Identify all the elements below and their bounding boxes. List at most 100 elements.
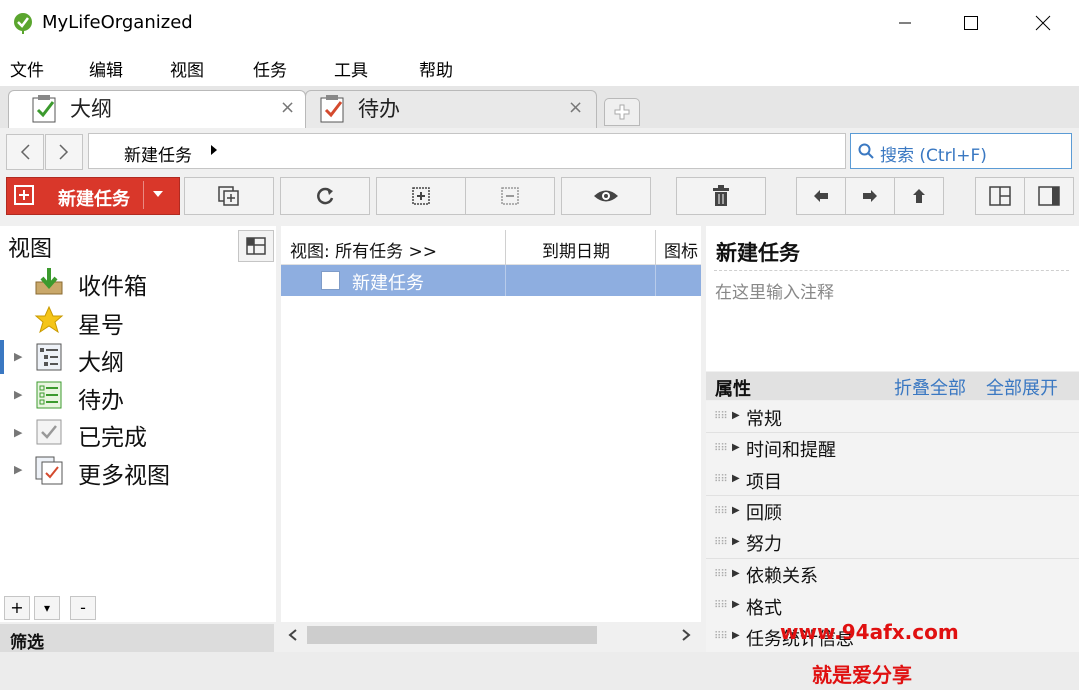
remove-view-button[interactable]: - [70, 596, 96, 620]
expand-arrow-icon[interactable]: ▶ [732, 410, 740, 421]
breadcrumb[interactable] [88, 133, 846, 169]
layout-left-button[interactable] [975, 177, 1025, 215]
breadcrumb-item[interactable]: 新建任务 [124, 141, 192, 166]
tab-outline-close-icon[interactable]: × [280, 97, 295, 118]
task-title[interactable]: 新建任务 [352, 269, 424, 295]
property-section-label: 格式 [746, 598, 782, 619]
detail-divider [714, 270, 1069, 271]
scroll-right-icon[interactable] [681, 629, 691, 641]
expand-arrow-icon[interactable]: ▶ [732, 536, 740, 547]
menu-task[interactable]: 任务 [253, 56, 287, 81]
expand-arrow-icon[interactable]: ▶ [14, 388, 22, 401]
new-tab-button[interactable] [604, 98, 640, 126]
view-item-inbox[interactable]: 收件箱 [78, 267, 147, 301]
column-header-view[interactable]: 视图: 所有任务 >> [290, 237, 437, 262]
view-toggle-button[interactable] [561, 177, 651, 215]
expand-arrow-icon[interactable]: ▶ [732, 473, 740, 484]
detail-title[interactable]: 新建任务 [716, 237, 800, 267]
collapse-all-link[interactable]: 折叠全部 [894, 374, 970, 400]
minimize-button[interactable] [882, 0, 928, 46]
view-options-button[interactable]: ▾ [34, 596, 60, 620]
arrow-up-icon [913, 189, 925, 203]
new-task-label: 新建任务 [58, 189, 130, 210]
menu-tools[interactable]: 工具 [334, 56, 368, 81]
view-item-todo[interactable]: 待办 [78, 381, 124, 415]
property-section-label: 依赖关系 [746, 566, 818, 587]
refresh-icon [317, 187, 334, 205]
add-view-button[interactable]: + [4, 596, 30, 620]
view-item-more-views[interactable]: 更多视图 [78, 456, 170, 490]
search-placeholder: 搜索 (Ctrl+F) [880, 146, 987, 166]
drag-handle-icon[interactable]: ⠿⠿ [714, 506, 728, 517]
menu-edit[interactable]: 编辑 [89, 56, 123, 81]
views-title: 视图 [8, 237, 53, 262]
expand-arrow-icon[interactable]: ▶ [732, 568, 740, 579]
note-input[interactable]: 在这里输入注释 [715, 278, 834, 303]
drag-handle-icon[interactable]: ⠿⠿ [714, 631, 728, 642]
view-item-starred[interactable]: 星号 [78, 306, 124, 340]
breadcrumb-arrow-icon[interactable] [210, 144, 218, 156]
new-task-dropdown-icon[interactable] [152, 190, 164, 198]
menu-file[interactable]: 文件 [10, 56, 44, 81]
selected-indicator [0, 340, 4, 374]
forward-button[interactable] [45, 134, 83, 170]
menu-bar [0, 46, 1079, 86]
task-checkbox[interactable] [321, 271, 340, 290]
column-header-icon[interactable]: 图标 [664, 237, 700, 262]
collapse-icon [501, 187, 519, 205]
more-views-icon [34, 455, 64, 485]
maximize-button[interactable] [948, 0, 994, 46]
view-item-outline[interactable]: 大纲 [78, 343, 124, 377]
drag-handle-icon[interactable]: ⠿⠿ [714, 600, 728, 611]
expand-arrow-icon[interactable]: ▶ [14, 350, 22, 363]
inbox-icon [34, 266, 64, 296]
expand-all-button[interactable] [376, 177, 466, 215]
close-icon [1035, 15, 1051, 31]
minimize-icon [899, 22, 911, 24]
status-bar [0, 652, 1079, 690]
menu-view[interactable]: 视图 [170, 56, 204, 81]
layout-right-button[interactable] [1024, 177, 1074, 215]
view-item-completed[interactable]: 已完成 [78, 418, 147, 452]
expand-arrow-icon[interactable]: ▶ [14, 463, 22, 476]
menu-help[interactable]: 帮助 [419, 56, 453, 81]
back-button[interactable] [6, 134, 44, 170]
expand-arrow-icon[interactable]: ▶ [732, 442, 740, 453]
button-divider [143, 181, 144, 209]
drag-handle-icon[interactable]: ⠿⠿ [714, 411, 728, 422]
tab-todo-close-icon[interactable]: × [568, 97, 583, 118]
drag-handle-icon[interactable]: ⠿⠿ [714, 443, 728, 454]
chevron-left-icon [20, 144, 30, 160]
move-up-button[interactable] [894, 177, 944, 215]
property-section-label: 项目 [746, 472, 782, 493]
move-right-button[interactable] [845, 177, 895, 215]
expand-arrow-icon[interactable]: ▶ [14, 426, 22, 439]
views-layout-button[interactable] [238, 230, 274, 262]
close-button[interactable] [1020, 0, 1066, 46]
property-section-label: 时间和提醒 [746, 440, 836, 461]
add-subtask-button[interactable] [184, 177, 274, 215]
column-header-due-date[interactable]: 到期日期 [542, 237, 610, 262]
delete-button[interactable] [676, 177, 766, 215]
expand-all-link[interactable]: 全部展开 [986, 374, 1060, 400]
drag-handle-icon[interactable]: ⠿⠿ [714, 537, 728, 548]
drag-handle-icon[interactable]: ⠿⠿ [714, 569, 728, 580]
scrollbar-thumb[interactable] [307, 626, 597, 644]
scroll-left-icon[interactable] [288, 629, 298, 641]
expand-arrow-icon[interactable]: ▶ [732, 599, 740, 610]
layout-left-icon [989, 186, 1011, 206]
task-row[interactable] [281, 265, 701, 296]
drag-handle-icon[interactable]: ⠿⠿ [714, 474, 728, 485]
layout-right-icon [1038, 186, 1060, 206]
refresh-button[interactable] [280, 177, 370, 215]
tab-outline-label: 大纲 [70, 97, 112, 121]
arrow-left-icon [814, 190, 828, 202]
expand-arrow-icon[interactable]: ▶ [732, 630, 740, 641]
expand-arrow-icon[interactable]: ▶ [732, 505, 740, 516]
move-left-button[interactable] [796, 177, 846, 215]
tab-todo[interactable] [305, 90, 597, 129]
search-icon [858, 143, 874, 159]
collapse-all-button[interactable] [465, 177, 555, 215]
todo-tab-icon [318, 94, 348, 124]
expand-icon [412, 187, 430, 205]
